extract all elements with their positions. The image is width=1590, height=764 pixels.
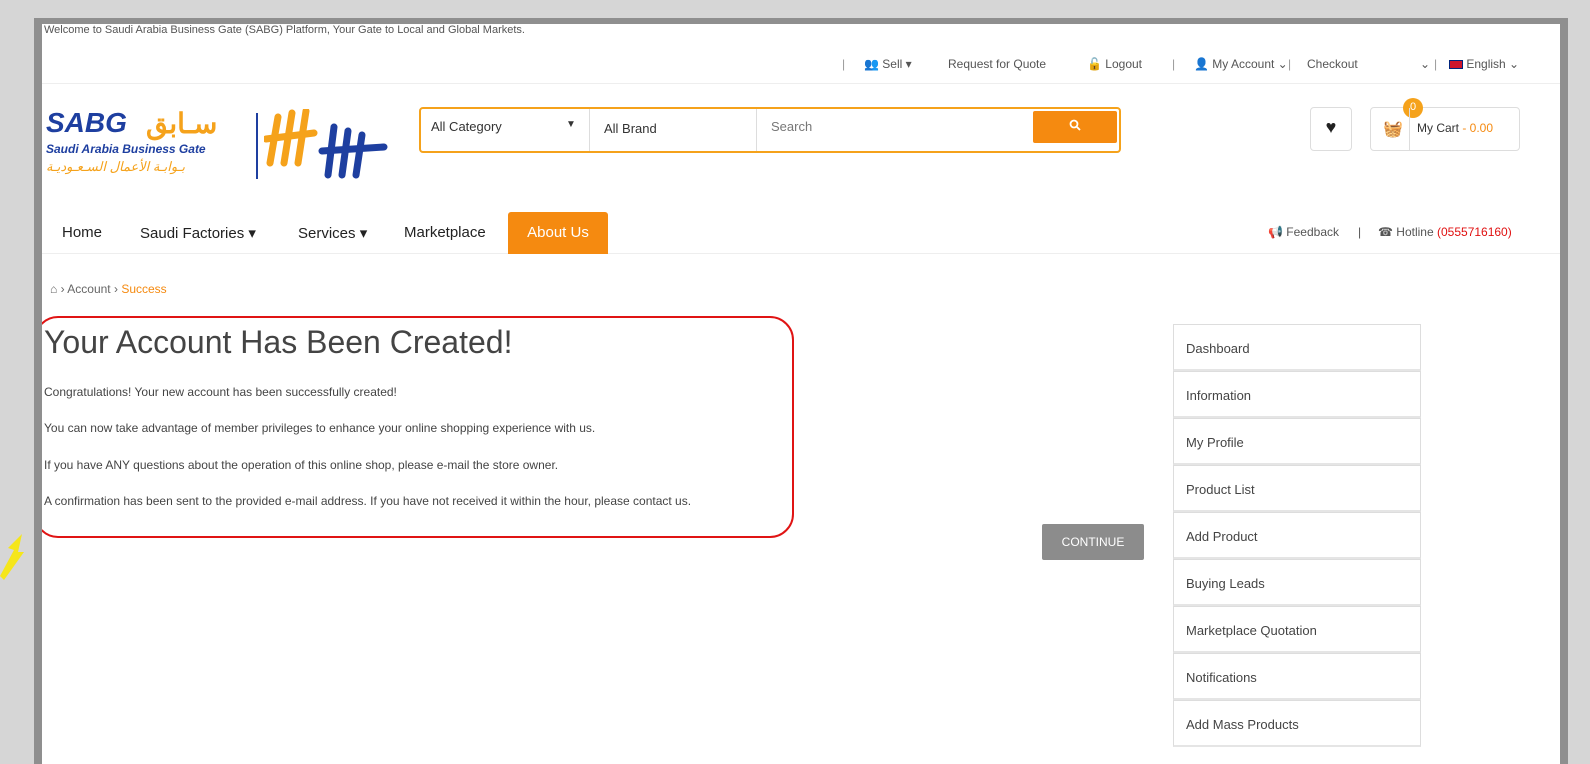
checkout-link[interactable]: Checkout [1307,57,1358,71]
page-title: Your Account Has Been Created! [44,324,513,360]
sidebar-item-my-profile[interactable]: My Profile [1173,418,1421,465]
sell-menu[interactable]: 👥 Sell ▾ [864,57,912,71]
logo-arabic: سـابق [146,108,218,139]
logo-latin: SABG [46,107,127,138]
logo-emblem-icon [264,109,388,179]
logo-subtitle-ar: بـوابـة الأعمال السـعـوديـة [46,159,186,174]
separator: | [1358,225,1362,239]
separator: | [1172,57,1176,71]
message-line: Congratulations! Your new account has be… [44,385,397,399]
request-for-quote-link[interactable]: Request for Quote [948,57,1046,71]
separator: | [1434,57,1438,71]
feedback-link[interactable]: 📢 Feedback [1268,225,1339,239]
search-bar: All Category ▼ All Brand Search [419,107,1121,153]
caret-down-icon: ▾ [359,225,368,242]
home-icon[interactable]: ⌂ [50,282,57,296]
sidebar-item-product-list[interactable]: Product List [1173,465,1421,512]
top-bar: | 👥 Sell ▾ Request for Quote 🔓 Logout | … [42,54,1560,84]
breadcrumb-current: Success [121,282,167,296]
browser-frame: Welcome to Saudi Arabia Business Gate (S… [34,18,1568,764]
nav-about-us[interactable]: About Us [508,212,608,254]
sidebar-item-add-product[interactable]: Add Product [1173,512,1421,559]
uk-flag-icon [1449,60,1463,70]
unlock-icon: 🔓 [1087,57,1102,71]
search-icon [1069,119,1081,131]
chevron-down-icon: ⌄ [1274,57,1288,71]
brand-select[interactable]: All Brand [589,109,757,151]
breadcrumb: ⌂ › Account › Success [50,282,167,296]
annotation-arrow-icon [0,534,24,580]
cart-button[interactable]: 🧺 0 My Cart - 0.00 [1370,98,1520,151]
page: Welcome to Saudi Arabia Business Gate (S… [42,24,1560,764]
cart-count-badge: 0 [1403,98,1423,118]
logo-subtitle-en: Saudi Arabia Business Gate [46,142,206,156]
search-input[interactable]: Search [771,119,812,134]
message-line: A confirmation has been sent to the prov… [44,494,692,508]
category-select[interactable]: All Category [431,119,502,134]
continue-button[interactable]: CONTINUE [1042,524,1144,560]
chevron-down-icon: ⌄ [1505,57,1520,71]
cart-divider [1409,108,1410,150]
caret-down-icon[interactable]: ▼ [566,119,576,130]
language-selector[interactable]: English ⌄ [1449,57,1519,71]
caret-down-icon: ▾ [248,225,256,242]
account-sidebar: Dashboard Information My Profile Product… [1173,324,1421,747]
wishlist-button[interactable]: ♥ [1310,107,1352,151]
sidebar-item-add-mass-products[interactable]: Add Mass Products [1173,700,1421,747]
caret-down-icon: ▾ [902,57,912,71]
separator: | [842,57,846,71]
logo-divider [256,113,258,179]
message-line: You can now take advantage of member pri… [44,421,596,435]
message-line: If you have ANY questions about the oper… [44,458,559,472]
sidebar-item-buying-leads[interactable]: Buying Leads [1173,559,1421,606]
sidebar-item-marketplace-quotation[interactable]: Marketplace Quotation [1173,606,1421,653]
users-icon: 👥 [864,57,879,71]
hotline[interactable]: ☎ Hotline (0555716160) [1378,225,1512,239]
currency-dropdown-chevron-icon[interactable]: ⌄ [1420,57,1430,71]
sidebar-item-notifications[interactable]: Notifications [1173,653,1421,700]
search-button[interactable] [1033,111,1117,143]
cart-label: My Cart - 0.00 [1417,121,1494,135]
phone-icon: ☎ [1378,225,1393,239]
heart-icon: ♥ [1325,117,1337,137]
megaphone-icon: 📢 [1268,225,1283,239]
nav-saudi-factories[interactable]: Saudi Factories ▾ [140,224,256,242]
sidebar-item-dashboard[interactable]: Dashboard [1173,324,1421,371]
separator: | [1288,57,1292,71]
sidebar-item-information[interactable]: Information [1173,371,1421,418]
nav-marketplace[interactable]: Marketplace [404,224,486,241]
user-icon: 👤 [1194,57,1209,71]
basket-icon: 🧺 [1383,121,1403,138]
breadcrumb-account[interactable]: Account [67,282,110,296]
logout-link[interactable]: 🔓 Logout [1087,57,1142,71]
my-account-menu[interactable]: 👤 My Account ⌄ [1194,57,1288,71]
nav-services[interactable]: Services ▾ [298,224,367,242]
main-nav: Home Saudi Factories ▾ Services ▾ Market… [42,212,1560,254]
nav-home[interactable]: Home [62,224,102,241]
welcome-text: Welcome to Saudi Arabia Business Gate (S… [44,24,525,36]
site-logo[interactable]: SABG سـابق Saudi Arabia Business Gate بـ… [46,107,396,187]
